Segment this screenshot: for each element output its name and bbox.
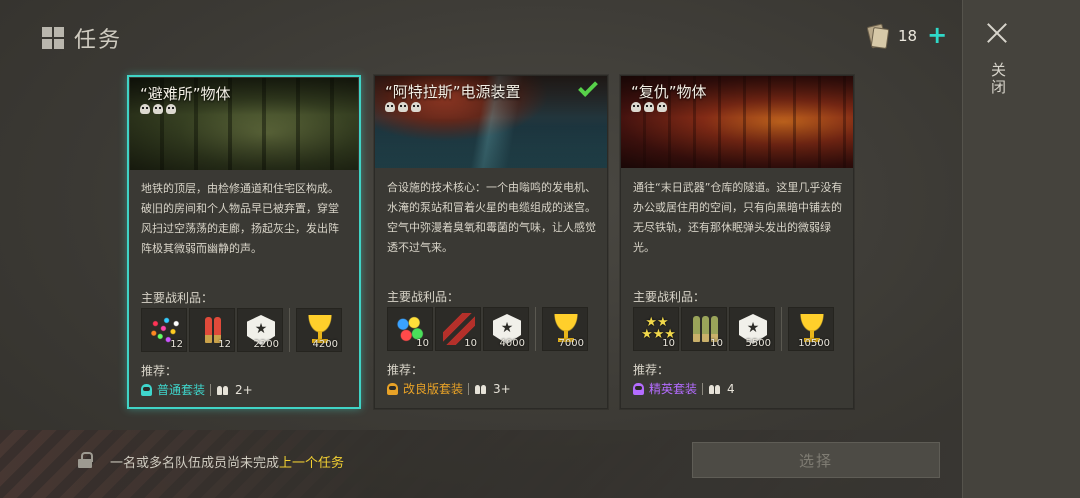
close-icon[interactable] — [983, 20, 1011, 48]
divider — [781, 307, 782, 351]
divider — [468, 382, 470, 395]
loot-item[interactable]: 10 — [435, 307, 481, 351]
skull-icon — [657, 102, 667, 112]
skull-icon — [153, 104, 163, 114]
suit-icon — [633, 382, 644, 395]
party-size-icon — [474, 383, 488, 394]
loot-item[interactable]: 4000 — [483, 307, 529, 351]
mission-image: “阿特拉斯”电源装置 — [375, 76, 607, 168]
skull-icon — [140, 104, 150, 114]
loot-item[interactable]: ★★ ★★★ 10 — [633, 307, 679, 351]
mission-image: “复仇”物体 — [621, 76, 853, 168]
right-side-panel — [962, 0, 1080, 498]
add-ticket-icon[interactable]: + — [927, 23, 947, 47]
loot-item[interactable]: 12 — [141, 308, 187, 352]
loot-item[interactable]: 10 — [387, 307, 433, 351]
suit-name: 普通套装 — [157, 383, 206, 397]
recommend-label: 推荐： — [387, 363, 424, 377]
party-size: 4 — [727, 381, 735, 396]
party-size-icon — [708, 383, 722, 394]
recommendation: 改良版套装 3+ — [387, 380, 511, 397]
close-label[interactable]: 关闭 — [988, 62, 1009, 96]
divider — [289, 308, 290, 352]
recommend-label: 推荐： — [141, 364, 178, 378]
suit-name: 改良版套装 — [403, 382, 464, 396]
suit-icon — [141, 383, 152, 396]
mission-title: “复仇”物体 — [631, 83, 707, 101]
notice-highlight: 上一个任务 — [279, 456, 345, 471]
ticket-count: 18 — [898, 27, 918, 45]
completed-check-icon — [578, 77, 598, 97]
lock-icon — [78, 452, 93, 468]
loot-row: 10 10 4000 7000 — [387, 307, 588, 351]
recommendation: 普通套装 2+ — [141, 381, 253, 398]
mission-card-atlas[interactable]: “阿特拉斯”电源装置 合设施的技术核心：一个由嗡鸣的发电机、水淹的泵站和冒着火星… — [374, 75, 608, 409]
loot-item[interactable]: 10 — [681, 307, 727, 351]
recommendation: 精英套装 4 — [633, 380, 735, 397]
loot-label: 主要战利品： — [141, 291, 214, 305]
skull-icon — [385, 102, 395, 112]
skull-icon — [398, 102, 408, 112]
suit-name: 精英套装 — [649, 382, 698, 396]
ticket-currency: 18 + — [866, 23, 947, 48]
loot-label: 主要战利品： — [387, 290, 460, 304]
ticket-icon — [866, 24, 888, 48]
loot-item[interactable]: 2200 — [237, 308, 283, 352]
party-size-icon — [216, 384, 230, 395]
header: 任务 — [42, 22, 122, 54]
divider — [702, 382, 704, 395]
suit-icon — [387, 382, 398, 395]
skull-icon — [166, 104, 176, 114]
mission-description: 地铁的顶层，由检修通道和住宅区构成。破旧的房间和个人物品早已被弃置，穿堂风扫过空… — [141, 182, 339, 255]
difficulty-skulls — [385, 102, 421, 112]
recommend-label: 推荐： — [633, 363, 670, 377]
page-title: 任务 — [74, 28, 123, 53]
party-size: 2+ — [235, 382, 253, 397]
loot-item[interactable]: 10500 — [788, 307, 834, 351]
skull-icon — [644, 102, 654, 112]
mission-card-shelter[interactable]: “避难所”物体 地铁的顶层，由检修通道和住宅区构成。破旧的房间和个人物品早已被弃… — [127, 75, 361, 409]
notice-text: 一名或多名队伍成员尚未完成 — [110, 456, 280, 471]
divider — [535, 307, 536, 351]
party-size: 3+ — [493, 381, 511, 396]
mission-description: 通往“末日武器”仓库的隧道。这里几乎没有办公或居住用的空间，只有向黑暗中铺去的无… — [633, 181, 843, 254]
mission-title: “避难所”物体 — [140, 85, 231, 103]
divider — [210, 383, 212, 396]
skull-icon — [631, 102, 641, 112]
loot-label: 主要战利品： — [633, 290, 706, 304]
skull-icon — [411, 102, 421, 112]
mission-description: 合设施的技术核心：一个由嗡鸣的发电机、水淹的泵站和冒着火星的电缆组成的迷宫。空气… — [387, 181, 596, 254]
loot-item[interactable]: 7000 — [542, 307, 588, 351]
mission-card-revenge[interactable]: “复仇”物体 通往“末日武器”仓库的隧道。这里几乎没有办公或居住用的空间，只有向… — [620, 75, 854, 409]
loot-item[interactable]: 12 — [189, 308, 235, 352]
mission-image: “避难所”物体 — [130, 78, 358, 170]
loot-row: ★★★★★10 10 5500 10500 — [633, 307, 834, 351]
mission-title: “阿特拉斯”电源装置 — [385, 83, 521, 101]
difficulty-skulls — [140, 104, 176, 114]
loot-item[interactable]: 5500 — [729, 307, 775, 351]
loot-item[interactable]: 4200 — [296, 308, 342, 352]
footer-notice: 一名或多名队伍成员尚未完成上一个任务 — [110, 452, 344, 471]
loot-row: 12 12 2200 4200 — [141, 308, 342, 352]
difficulty-skulls — [631, 102, 667, 112]
grid-menu-icon[interactable] — [42, 27, 64, 49]
select-button[interactable]: 选择 — [692, 442, 940, 478]
